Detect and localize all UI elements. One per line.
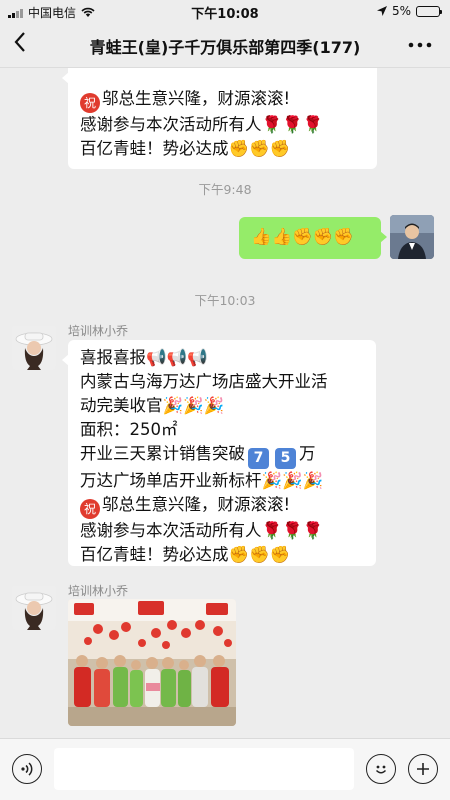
message-text: 内蒙古乌海万达广场店盛大开业活 xyxy=(80,372,328,391)
message-text: 百亿青蛙！势必达成✊✊✊ xyxy=(80,544,291,564)
battery-percent: 5% xyxy=(391,4,411,18)
timestamp: 下午10:03 xyxy=(194,293,256,308)
more-button[interactable] xyxy=(408,32,432,53)
message-text: 面积：250㎡ xyxy=(80,420,178,439)
avatar[interactable] xyxy=(12,326,56,370)
chat-header: 青蛙王(皇)子千万俱乐部第四季(177) xyxy=(0,22,450,68)
chevron-left-icon xyxy=(14,32,25,52)
voice-button[interactable] xyxy=(12,754,42,784)
plus-icon xyxy=(417,763,429,775)
timestamp: 下午9:48 xyxy=(198,182,252,197)
message-text: 百亿青蛙！势必达成✊✊✊ xyxy=(80,139,291,158)
message-bubble[interactable]: 喜报喜报📢📢📢 内蒙古乌海万达广场店盛大开业活 动完美收官🎉🎉🎉 面积：250㎡… xyxy=(62,340,376,566)
message-bubble[interactable]: 祝邬总生意兴隆，财源滚滚! 感谢参与本次活动所有人🌹🌹🌹 百亿青蛙！势必达成✊✊… xyxy=(62,68,377,169)
keycap-digit-icon: 7 xyxy=(248,447,269,469)
battery-icon xyxy=(416,5,442,17)
more-dots-icon xyxy=(408,42,432,48)
keycap-digit-icon: 5 xyxy=(275,447,296,469)
blessing-seal-icon: 祝 xyxy=(80,93,100,113)
message-text: 感谢参与本次活动所有人🌹🌹🌹 xyxy=(80,520,324,540)
message-text: 祝邬总生意兴隆，财源滚滚! xyxy=(80,493,364,519)
message-input[interactable] xyxy=(54,748,354,790)
avatar[interactable] xyxy=(390,215,434,259)
back-button[interactable] xyxy=(14,31,26,59)
avatar[interactable] xyxy=(12,586,56,630)
message-text: 喜报喜报📢📢📢 xyxy=(80,348,208,367)
message-text: 邬总生意兴隆，财源滚滚! xyxy=(102,89,291,108)
emoji-icon xyxy=(375,765,387,774)
sender-name: 培训林小乔 xyxy=(68,584,129,598)
photo-message[interactable] xyxy=(68,599,236,726)
chat-title: 青蛙王(皇)子千万俱乐部第四季(177) xyxy=(89,38,361,57)
emoji-button[interactable] xyxy=(366,754,396,784)
input-bar xyxy=(0,738,450,800)
message-text: 感谢参与本次活动所有人🌹🌹🌹 xyxy=(80,115,324,134)
location-arrow-icon xyxy=(376,6,387,16)
sender-name: 培训林小乔 xyxy=(68,324,129,338)
message-text: 万达广场单店开业新标杆🎉🎉🎉 xyxy=(80,470,324,490)
message-bubble[interactable]: 👍👍✊✊✊ xyxy=(239,217,387,259)
message-text: 👍👍✊✊✊ xyxy=(251,227,354,246)
voice-icon xyxy=(21,762,33,776)
blessing-seal-icon: 祝 xyxy=(80,498,100,519)
message-text: 开业三天累计销售突破 7 5 万 xyxy=(80,442,364,469)
plus-button[interactable] xyxy=(408,754,438,784)
message-text: 动完美收官🎉🎉🎉 xyxy=(80,396,225,415)
status-bar: 中国电信 下午10:08 5% xyxy=(0,0,450,22)
message-list[interactable]: 祝邬总生意兴隆，财源滚滚! 感谢参与本次活动所有人🌹🌹🌹 百亿青蛙！势必达成✊✊… xyxy=(0,68,450,738)
